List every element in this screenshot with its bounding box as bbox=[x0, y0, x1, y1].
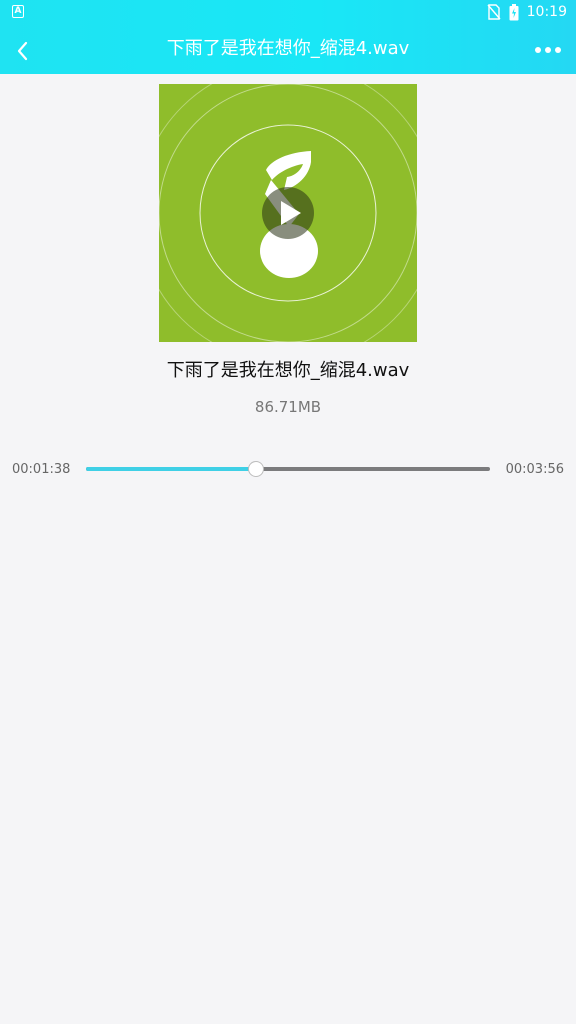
status-time: 10:19 bbox=[526, 4, 567, 20]
more-options-button[interactable] bbox=[528, 36, 568, 64]
no-sim-icon bbox=[487, 4, 501, 20]
top-header: A 10:19 下雨了是我在想你_缩混4.wav bbox=[0, 0, 576, 74]
page-title: 下雨了是我在想你_缩混4.wav bbox=[166, 38, 410, 59]
play-button[interactable] bbox=[262, 187, 314, 239]
seek-bar[interactable] bbox=[86, 459, 490, 479]
song-name: 下雨了是我在想你_缩混4.wav bbox=[166, 360, 410, 381]
current-time: 00:01:38 bbox=[12, 462, 71, 477]
app-bar: 下雨了是我在想你_缩混4.wav bbox=[0, 28, 576, 72]
back-button[interactable] bbox=[8, 32, 38, 68]
seek-thumb[interactable] bbox=[247, 461, 264, 477]
status-bar: A 10:19 bbox=[0, 0, 576, 24]
album-art bbox=[159, 84, 417, 342]
a-notification-icon: A bbox=[12, 5, 24, 18]
file-size: 86.71MB bbox=[254, 398, 322, 416]
seek-progress bbox=[86, 467, 256, 471]
total-time: 00:03:56 bbox=[505, 462, 564, 477]
more-horizontal-icon bbox=[535, 47, 561, 53]
chevron-left-icon bbox=[17, 41, 28, 61]
battery-icon bbox=[509, 3, 519, 20]
